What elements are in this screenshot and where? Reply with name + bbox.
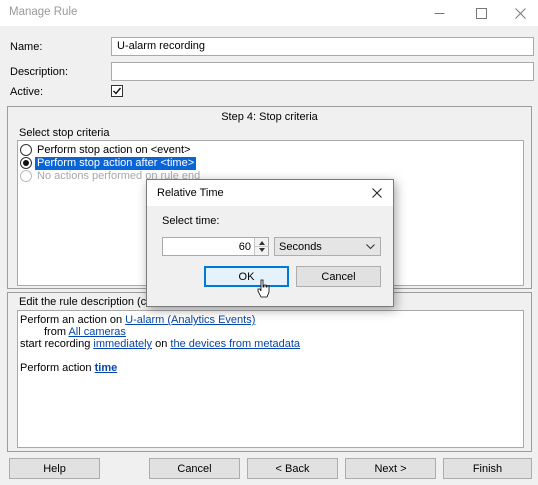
active-checkbox[interactable] bbox=[111, 85, 123, 97]
close-icon bbox=[514, 7, 526, 19]
option-stop-on-event[interactable]: Perform stop action on <event> bbox=[20, 143, 192, 157]
event-link[interactable]: U-alarm (Analytics Events) bbox=[125, 314, 255, 326]
next-button[interactable]: Next > bbox=[345, 458, 436, 479]
description-text: from bbox=[44, 326, 69, 338]
spinner-buttons[interactable] bbox=[254, 238, 269, 255]
description-field[interactable] bbox=[111, 62, 534, 81]
time-value[interactable]: 60 bbox=[239, 241, 251, 253]
hand-cursor-icon bbox=[257, 279, 270, 298]
radio-icon[interactable] bbox=[20, 144, 32, 156]
window-title: Manage Rule bbox=[9, 6, 78, 18]
finish-button[interactable]: Finish bbox=[443, 458, 532, 479]
devices-link[interactable]: the devices from metadata bbox=[170, 338, 300, 350]
description-text: Perform action bbox=[20, 362, 95, 374]
ok-button[interactable]: OK bbox=[204, 266, 289, 287]
dialog-close-button[interactable] bbox=[368, 184, 386, 202]
description-text: on bbox=[152, 338, 171, 350]
description-line: Perform action time bbox=[20, 362, 117, 375]
cancel-button[interactable]: Cancel bbox=[149, 458, 240, 479]
back-button[interactable]: < Back bbox=[247, 458, 338, 479]
spin-arrows-icon bbox=[255, 241, 269, 252]
chevron-down-icon bbox=[366, 244, 375, 250]
maximize-icon bbox=[475, 7, 487, 19]
description-text: Perform an action on bbox=[20, 314, 126, 326]
time-spinner[interactable]: 60 bbox=[162, 237, 269, 256]
time-unit-value: Seconds bbox=[279, 240, 322, 253]
rule-description-group: Edit the rule description (click Perform… bbox=[7, 292, 532, 452]
option-label: Perform stop action on <event> bbox=[37, 143, 191, 156]
time-link[interactable]: time bbox=[95, 362, 118, 374]
immediately-link[interactable]: immediately bbox=[93, 338, 152, 350]
description-label: Description: bbox=[10, 66, 69, 78]
help-button[interactable]: Help bbox=[9, 458, 100, 479]
close-button[interactable] bbox=[499, 0, 538, 26]
radio-selected-icon[interactable] bbox=[20, 157, 32, 169]
time-unit-select[interactable]: Seconds bbox=[274, 237, 381, 256]
description-line: start recording immediately on the devic… bbox=[20, 338, 300, 351]
active-label: Active: bbox=[10, 86, 44, 98]
maximize-button[interactable] bbox=[460, 0, 502, 26]
cameras-link[interactable]: All cameras bbox=[68, 326, 125, 338]
dialog-title: Relative Time bbox=[157, 187, 224, 199]
select-stop-criteria-label: Select stop criteria bbox=[19, 127, 110, 139]
dialog-title-bar: Relative Time bbox=[147, 180, 393, 206]
rule-description-box: Perform an action on U-alarm (Analytics … bbox=[17, 310, 524, 448]
checkmark-icon bbox=[113, 87, 122, 95]
option-label: Perform stop action after <time> bbox=[35, 156, 197, 170]
minimize-icon bbox=[434, 12, 444, 14]
name-label: Name: bbox=[10, 41, 43, 53]
description-text: start recording bbox=[20, 338, 94, 350]
close-icon bbox=[372, 188, 382, 198]
step-title: Step 4: Stop criteria bbox=[221, 111, 318, 123]
select-time-label: Select time: bbox=[162, 215, 220, 227]
rule-description-heading: Edit the rule description (click bbox=[19, 296, 163, 308]
title-bar: Manage Rule bbox=[0, 0, 538, 26]
radio-disabled-icon bbox=[20, 170, 32, 182]
option-stop-after-time[interactable]: Perform stop action after <time> bbox=[20, 156, 197, 170]
dialog-cancel-button[interactable]: Cancel bbox=[296, 266, 381, 287]
name-field[interactable]: U-alarm recording bbox=[111, 37, 534, 56]
minimize-button[interactable] bbox=[418, 0, 460, 26]
